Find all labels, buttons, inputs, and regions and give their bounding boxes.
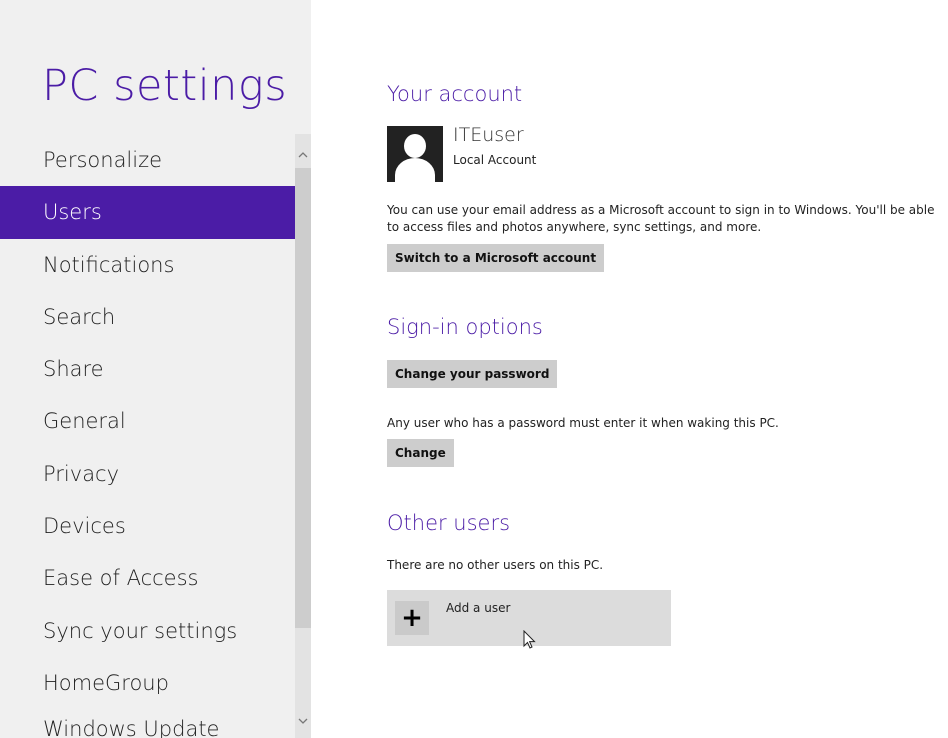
chevron-down-icon[interactable] <box>295 712 311 730</box>
account-description-line-2: to access files and photos anywhere, syn… <box>387 220 762 234</box>
add-user-label: Add a user <box>446 601 511 615</box>
user-avatar-icon <box>387 126 443 182</box>
sidebar: PC settings Personalize Users Notificati… <box>0 0 311 738</box>
change-button[interactable]: Change <box>387 439 454 467</box>
sidebar-item-general[interactable]: General <box>0 395 295 447</box>
change-password-button[interactable]: Change your password <box>387 360 558 388</box>
chevron-up-icon[interactable] <box>295 146 311 164</box>
sign-in-options-heading: Sign-in options <box>387 315 543 339</box>
no-other-users-text: There are no other users on this PC. <box>387 558 604 572</box>
sidebar-item-devices[interactable]: Devices <box>0 500 295 552</box>
main-content: Your account ITEuser Local Account You c… <box>387 0 948 738</box>
app-title: PC settings <box>42 61 288 111</box>
sidebar-nav: Personalize Users Notifications Search S… <box>0 134 295 738</box>
sidebar-item-sync-settings[interactable]: Sync your settings <box>0 605 295 657</box>
account-type: Local Account <box>453 153 537 167</box>
account-description-line-1: You can use your email address as a Micr… <box>387 203 935 217</box>
sidebar-item-personalize[interactable]: Personalize <box>0 134 295 186</box>
sidebar-item-ease-of-access[interactable]: Ease of Access <box>0 552 295 604</box>
sidebar-item-homegroup[interactable]: HomeGroup <box>0 657 295 709</box>
sidebar-item-users[interactable]: Users <box>0 186 295 239</box>
add-user-button[interactable]: + Add a user <box>387 590 671 649</box>
other-users-heading: Other users <box>387 511 511 535</box>
sidebar-item-search[interactable]: Search <box>0 291 295 343</box>
sidebar-scrollbar-thumb[interactable] <box>295 168 311 628</box>
sidebar-item-windows-update[interactable]: Windows Update <box>0 703 295 738</box>
sidebar-item-share[interactable]: Share <box>0 343 295 395</box>
user-name: ITEuser <box>453 124 524 146</box>
plus-icon: + <box>395 601 429 635</box>
sidebar-item-privacy[interactable]: Privacy <box>0 448 295 500</box>
sidebar-item-notifications[interactable]: Notifications <box>0 239 295 291</box>
your-account-heading: Your account <box>387 82 523 106</box>
switch-to-microsoft-account-button[interactable]: Switch to a Microsoft account <box>387 244 605 272</box>
wake-password-text: Any user who has a password must enter i… <box>387 416 779 430</box>
